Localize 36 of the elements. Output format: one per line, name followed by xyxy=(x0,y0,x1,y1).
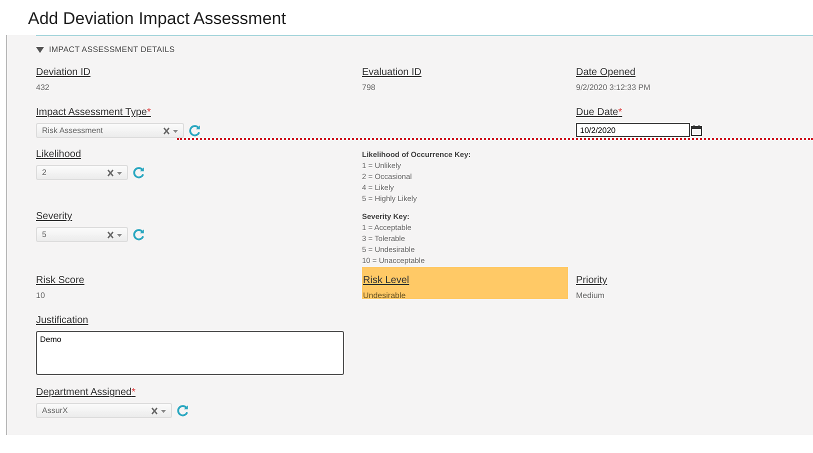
field-label: Due Date* xyxy=(576,107,624,118)
field-value: Medium xyxy=(576,291,606,300)
clear-dropdown-icon[interactable] xyxy=(107,168,123,176)
field-label: Risk Level xyxy=(363,275,410,286)
refresh-icon[interactable] xyxy=(188,124,201,137)
field-label: Evaluation ID xyxy=(362,67,422,78)
justification-textarea[interactable]: Demo xyxy=(36,331,344,375)
calendar-icon[interactable] xyxy=(691,124,702,136)
field-label: Date Opened xyxy=(576,67,636,78)
field-label: Likelihood xyxy=(36,149,82,160)
clear-dropdown-icon[interactable] xyxy=(151,406,167,414)
field-label: Impact Assessment Type* xyxy=(36,107,152,118)
field-label: Justification xyxy=(36,315,90,326)
field-value: 9/2/2020 3:12:33 PM xyxy=(576,83,652,92)
caret-icon xyxy=(36,46,44,52)
refresh-icon[interactable] xyxy=(132,166,145,179)
field-label: Risk Score xyxy=(36,275,86,286)
refresh-icon[interactable] xyxy=(132,228,145,241)
field-value: 10 xyxy=(36,291,46,300)
dropdown-field[interactable]: 5 xyxy=(36,227,128,242)
field-label: Department Assigned* xyxy=(36,387,137,398)
field-value: 798 xyxy=(362,83,376,92)
dropdown-field[interactable]: 2 xyxy=(36,165,128,180)
refresh-icon[interactable] xyxy=(176,404,189,417)
field-label: Severity xyxy=(36,211,74,222)
section-header[interactable]: IMPACT ASSESSMENT DETAILS xyxy=(36,45,813,54)
field-value: Undesirable xyxy=(363,291,407,300)
clear-dropdown-icon[interactable] xyxy=(107,230,123,238)
clear-dropdown-icon[interactable] xyxy=(163,126,179,134)
dropdown-field[interactable]: AssurX xyxy=(36,403,172,418)
page-title: Add Deviation Impact Assessment xyxy=(27,8,287,29)
field-value: 432 xyxy=(36,83,50,92)
date-field[interactable]: 10/2/2020 xyxy=(576,123,690,137)
field-label: Deviation ID xyxy=(36,67,92,78)
dropdown-field[interactable]: Risk Assessment xyxy=(36,123,184,138)
field-label: Priority xyxy=(576,275,608,286)
